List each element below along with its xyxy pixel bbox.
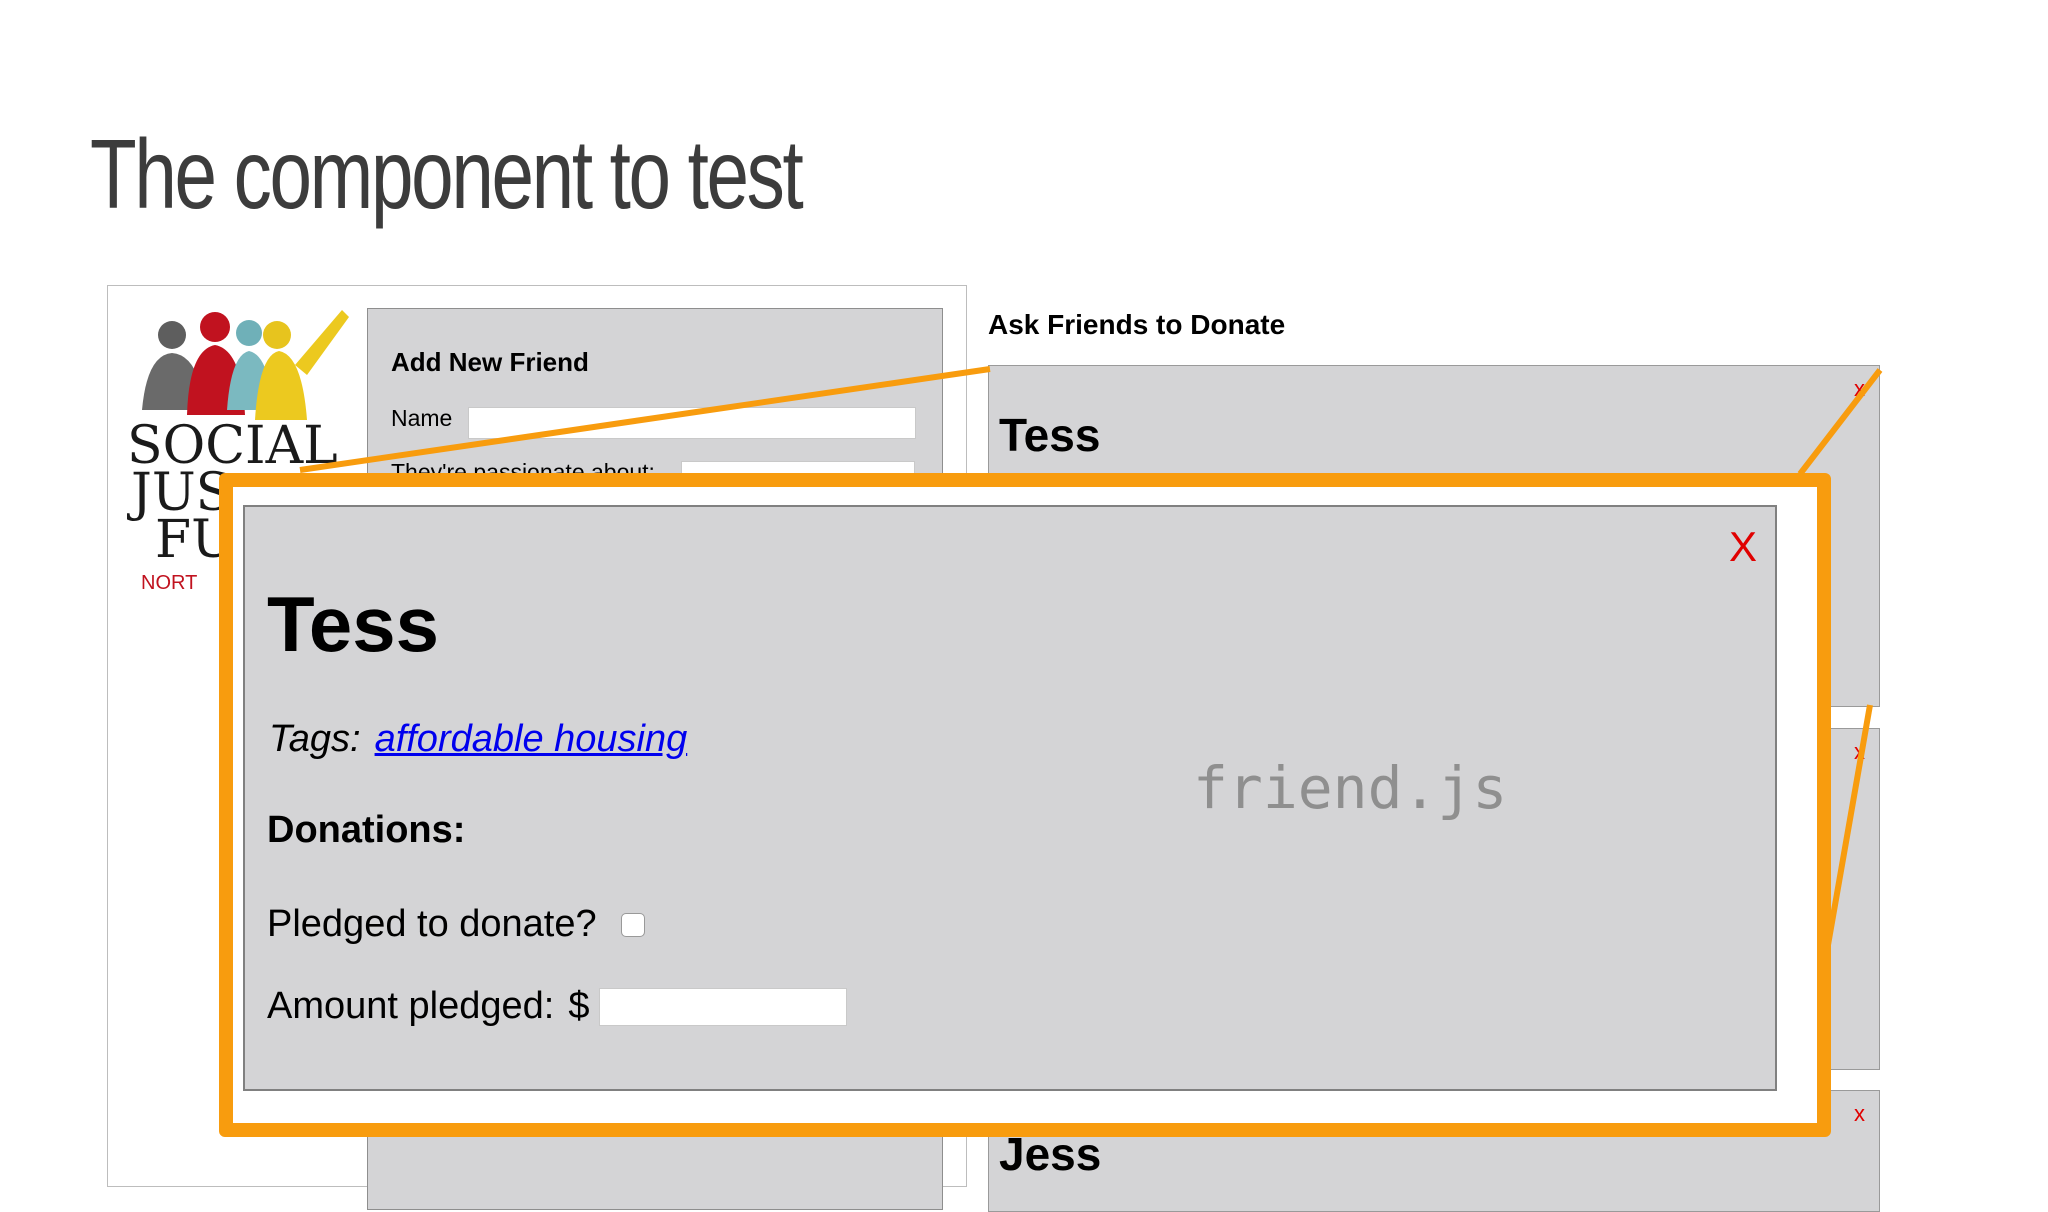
pledged-label: Pledged to donate?: [267, 903, 597, 945]
amount-row: Amount pledged: $: [267, 985, 848, 1028]
name-label: Name: [391, 405, 453, 431]
pledged-checkbox[interactable]: [620, 912, 645, 937]
amount-label: Amount pledged:: [267, 985, 555, 1027]
pledged-row: Pledged to donate?: [267, 903, 645, 946]
friend-card: X Tess Tags: affordable housing Donations…: [243, 505, 1777, 1091]
currency-symbol: $: [568, 985, 590, 1027]
donations-heading: Donations:: [267, 809, 466, 851]
close-button[interactable]: X: [1729, 523, 1757, 571]
close-icon[interactable]: x: [1854, 739, 1865, 765]
close-icon[interactable]: x: [1854, 376, 1865, 402]
logo-figures: [142, 310, 349, 420]
tags-row: Tags: affordable housing: [269, 718, 687, 761]
slide-title: The component to test: [90, 119, 804, 229]
file-label: friend.js: [1193, 754, 1508, 822]
friend-name: Tess: [267, 580, 439, 668]
tag-link[interactable]: affordable housing: [375, 718, 688, 760]
name-input[interactable]: [468, 407, 916, 439]
amount-input[interactable]: [599, 987, 848, 1026]
close-icon[interactable]: x: [1854, 1101, 1865, 1127]
friend-name: Tess: [999, 409, 1101, 461]
add-friend-title: Add New Friend: [391, 347, 589, 377]
ask-friends-heading: Ask Friends to Donate: [988, 309, 1286, 340]
logo-text-4: NORT: [141, 572, 197, 594]
tags-label: Tags:: [269, 718, 361, 760]
